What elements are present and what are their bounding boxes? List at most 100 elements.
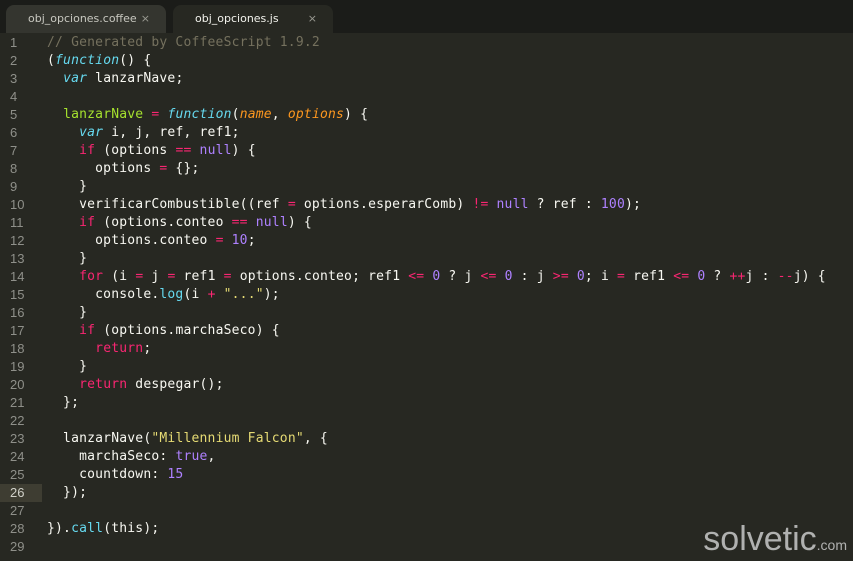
line-number: 13 (10, 251, 25, 266)
line-number: 18 (10, 341, 25, 356)
code-line[interactable]: 3 var lanzarNave; (0, 70, 853, 88)
code-token: 10 (231, 233, 248, 248)
code-token: , { (303, 431, 328, 446)
line-number: 10 (10, 197, 25, 212)
code-token: ; (247, 233, 256, 248)
code-token: == (231, 215, 248, 230)
code-token: var (79, 125, 104, 140)
code-token: <= (480, 269, 497, 284)
code-line[interactable]: 14 for (i = j = ref1 = options.conteo; r… (0, 268, 853, 286)
line-number: 15 (10, 287, 25, 302)
line-code: return; (47, 340, 151, 358)
code-token: ? ref : (528, 197, 601, 212)
code-token: } (47, 305, 88, 320)
code-token: j) { (793, 269, 826, 284)
line-code: console.log(i + "..."); (47, 286, 280, 304)
line-code: } (47, 358, 87, 376)
line-code: options = {}; (47, 160, 200, 178)
code-token: } (47, 359, 88, 374)
code-token: despegar(); (127, 377, 224, 392)
code-token: ); (263, 287, 280, 302)
code-line[interactable]: 7 if (options == null) { (0, 142, 853, 160)
code-line[interactable]: 15 console.log(i + "..."); (0, 286, 853, 304)
code-line[interactable]: 10 verificarCombustible((ref = options.e… (0, 196, 853, 214)
code-line[interactable]: 9 } (0, 178, 853, 196)
code-token: call (71, 521, 104, 536)
code-line[interactable]: 22 (0, 412, 853, 430)
code-line[interactable]: 2 (function() { (0, 52, 853, 70)
code-token: true (175, 449, 208, 464)
code-line[interactable]: 27 (0, 502, 853, 520)
code-token: (this); (103, 521, 160, 536)
code-token: = (617, 269, 626, 284)
code-token: i, j, ref, ref1; (103, 125, 240, 140)
code-token: ; (143, 341, 152, 356)
line-number: 14 (10, 269, 25, 284)
code-line[interactable]: 8 options = {}; (0, 160, 853, 178)
line-number: 22 (10, 413, 25, 428)
line-code: }).call(this); (47, 520, 159, 538)
code-token: ( (47, 53, 56, 68)
code-token: null (496, 197, 529, 212)
line-code: }; (47, 394, 79, 412)
line-code: if (options.conteo == null) { (47, 214, 312, 232)
code-token: options.esperarComb) (295, 197, 473, 212)
code-token: }). (47, 521, 72, 536)
line-code: marchaSeco: true, (47, 448, 216, 466)
code-token: null (199, 143, 232, 158)
code-token: != (472, 197, 489, 212)
code-token: : j (512, 269, 553, 284)
code-token: lanzarNave; (87, 71, 184, 86)
code-token: var (63, 71, 88, 86)
line-number: 9 (10, 179, 18, 194)
tab-label: obj_opciones.js (195, 12, 279, 25)
code-line[interactable]: 19 } (0, 358, 853, 376)
code-line[interactable]: 6 var i, j, ref, ref1; (0, 124, 853, 142)
line-number: 25 (10, 467, 25, 482)
line-number: 7 (10, 143, 18, 158)
code-token: options.conteo (47, 233, 216, 248)
code-token: (i (183, 287, 208, 302)
code-line[interactable]: 13 } (0, 250, 853, 268)
line-number: 12 (10, 233, 25, 248)
code-token: ); (624, 197, 642, 212)
code-token: "..." (223, 287, 264, 302)
line-number: 19 (10, 359, 25, 374)
code-line[interactable]: 23 lanzarNave("Millennium Falcon", { (0, 430, 853, 448)
watermark-text: solvetic (703, 520, 817, 558)
code-token: // Generated by CoffeeScript 1.9.2 (47, 35, 320, 50)
code-token: verificarCombustible((ref (47, 197, 288, 212)
line-code: lanzarNave = function(name, options) { (47, 106, 368, 124)
code-token: 100 (600, 197, 625, 212)
code-line[interactable]: 1 // Generated by CoffeeScript 1.9.2 (0, 34, 853, 52)
code-line[interactable]: 4 (0, 88, 853, 106)
code-line[interactable]: 18 return; (0, 340, 853, 358)
close-icon[interactable]: × (141, 5, 150, 33)
line-number: 11 (10, 215, 24, 230)
code-line[interactable]: 12 options.conteo = 10; (0, 232, 853, 250)
close-icon[interactable]: × (308, 5, 317, 33)
code-line[interactable]: 21 }; (0, 394, 853, 412)
tab-bar: obj_opciones.coffee × obj_opciones.js × (0, 0, 853, 33)
tab-obj-opciones-coffee[interactable]: obj_opciones.coffee × (6, 5, 166, 33)
line-number: 21 (10, 395, 25, 410)
code-editor[interactable]: 1// Generated by CoffeeScript 1.9.2 2 (fun… (0, 34, 853, 556)
code-token: options (47, 161, 160, 176)
code-line[interactable]: 17 if (options.marchaSeco) { (0, 322, 853, 340)
code-line[interactable]: 24 marchaSeco: true, (0, 448, 853, 466)
code-line[interactable]: 11 if (options.conteo == null) { (0, 214, 853, 232)
code-token: {}; (167, 161, 200, 176)
code-line[interactable]: 5 lanzarNave = function(name, options) { (0, 106, 853, 124)
code-token: lanzarNave( (47, 431, 152, 446)
code-line[interactable]: 20 return despegar(); (0, 376, 853, 394)
code-token: return (95, 341, 144, 356)
code-line[interactable]: 26 }); (0, 484, 853, 502)
code-token: <= (673, 269, 690, 284)
code-token: if (79, 215, 96, 230)
code-line[interactable]: 16 } (0, 304, 853, 322)
code-line[interactable]: 25 countdown: 15 (0, 466, 853, 484)
tab-obj-opciones-js[interactable]: obj_opciones.js × (173, 5, 333, 33)
